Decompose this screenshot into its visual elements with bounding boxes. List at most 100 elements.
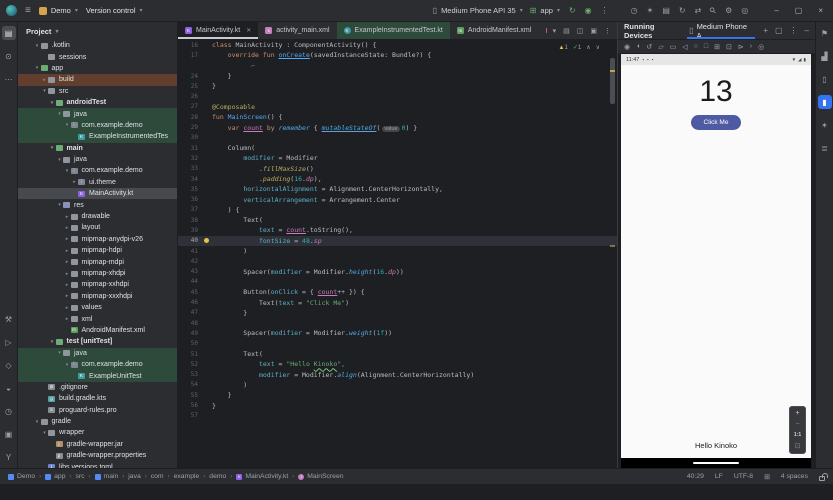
tree-item--kotlin[interactable]: ▾ .kotlin [18, 40, 177, 51]
code-view-icon[interactable]: ▤ [563, 27, 570, 35]
tab-exampleinstrumentedtest-kt[interactable]: K ExampleInstrumentedTest.kt [336, 22, 450, 39]
line-number[interactable]: 54 [178, 381, 200, 388]
line-number[interactable]: 33 [178, 165, 200, 172]
line-number[interactable]: 24 [178, 73, 200, 80]
tree-chevron-icon[interactable]: ▾ [64, 122, 71, 128]
volume-icon[interactable]: ◖ [636, 43, 640, 50]
snapshot-icon[interactable]: ⊞ [714, 43, 720, 51]
line-number[interactable]: 56 [178, 402, 200, 409]
code-line[interactable]: 52 text = "Hello Kinoko", [178, 359, 617, 369]
window-mode-icon[interactable]: ▢ [775, 26, 783, 35]
breadcrumb-item-app[interactable]: app [45, 473, 65, 480]
tree-item-test-unittest-[interactable]: ▾ test [unitTest] [18, 336, 177, 347]
tree-chevron-icon[interactable]: ▾ [56, 157, 63, 163]
record-icon[interactable]: ⊳ [738, 43, 744, 51]
tree-item-mainactivity-kt[interactable]: K MainActivity.kt [18, 188, 177, 200]
tree-item-build[interactable]: ▸ build [18, 74, 177, 86]
line-number[interactable]: 49 [178, 330, 200, 337]
line-number[interactable]: 38 [178, 217, 200, 224]
code-line[interactable]: 57 [178, 411, 617, 421]
breadcrumb-item-mainscreen[interactable]: f MainScreen [298, 473, 344, 480]
line-number[interactable]: 57 [178, 412, 200, 419]
code-line[interactable]: 17 override fun onCreate(savedInstanceSt… [178, 50, 617, 60]
tree-item-gradle-wrapper-jar[interactable]: j gradle-wrapper.jar [18, 439, 177, 450]
tree-item-mipmap-xxxhdpi[interactable]: ▸ mipmap-xxxhdpi [18, 291, 177, 302]
run-config-selector[interactable]: ⊞ app ▾ [530, 6, 560, 15]
hidden-tabs-icon[interactable]: ▾ [553, 27, 557, 35]
line-number[interactable]: 29 [178, 124, 200, 131]
tree-item-res[interactable]: ▾ res [18, 199, 177, 210]
breadcrumb-item-mainactivity-kt[interactable]: K MainActivity.kt [236, 473, 288, 480]
indent-size[interactable]: 4 spaces [781, 473, 808, 480]
line-number[interactable]: 28 [178, 114, 200, 121]
editor-scrollbar[interactable] [610, 40, 615, 468]
line-number[interactable]: 31 [178, 145, 200, 152]
line-number[interactable]: 42 [178, 258, 200, 265]
profiler-icon[interactable]: ◷ [631, 6, 638, 15]
close-icon[interactable]: ✕ [246, 27, 251, 34]
tree-chevron-icon[interactable]: ▾ [56, 202, 63, 208]
code-line[interactable]: 43 Spacer(modifier = Modifier.height(16.… [178, 267, 617, 277]
tree-item-values[interactable]: ▸ values [18, 302, 177, 313]
tab-androidmanifest-xml[interactable]: m AndroidManifest.xml [450, 22, 538, 39]
tree-item-exampleunittest[interactable]: K ExampleUnitTest [18, 370, 177, 382]
more-run-options-icon[interactable]: ⋮ [601, 6, 609, 15]
code-line[interactable]: 29 var count by remember { mutableStateO… [178, 122, 617, 132]
screenshot-icon[interactable]: ⊡ [726, 43, 732, 51]
tree-chevron-icon[interactable]: ▸ [64, 305, 71, 311]
rerun-button[interactable]: ↻ [569, 6, 576, 15]
tree-chevron-icon[interactable]: ▾ [64, 362, 71, 368]
orientation-icon[interactable]: ▭ [670, 43, 677, 51]
run-tool-icon[interactable]: ▷ [2, 335, 16, 349]
tree-chevron-icon[interactable]: ▸ [64, 248, 71, 254]
settings-icon[interactable]: ⚙ [725, 6, 732, 15]
code-line[interactable]: 26 [178, 91, 617, 101]
tree-chevron-icon[interactable]: ▸ [64, 236, 71, 242]
line-number[interactable]: 48 [178, 320, 200, 327]
caret-position[interactable]: 40:29 [687, 473, 704, 480]
scrollbar-thumb[interactable] [610, 58, 615, 104]
line-number[interactable]: 16 [178, 42, 200, 49]
design-view-icon[interactable]: ▣ [590, 27, 597, 35]
rotate-icon[interactable]: ↺ [646, 43, 652, 51]
tree-item-main[interactable]: ▾ main [18, 143, 177, 154]
tree-item-mipmap-mdpi[interactable]: ▸ mipmap-mdpi [18, 256, 177, 267]
code-line[interactable]: 53 modifier = Modifier.align(Alignment.C… [178, 370, 617, 380]
prev-issue-icon[interactable]: ∧ [586, 44, 590, 51]
tree-chevron-icon[interactable]: ▸ [41, 77, 48, 83]
tree-item-libs-versions-toml[interactable]: t libs.versions.toml [18, 461, 177, 468]
tree-item-java[interactable]: ▾ java [18, 154, 177, 165]
tree-item-com-example-demo[interactable]: ▾ ⋮ com.example.demo [18, 358, 177, 371]
code-line[interactable]: 32 modifier = Modifier [178, 153, 617, 163]
zoom-in-button[interactable]: + [795, 410, 799, 417]
emulator-screen[interactable]: 11:47 ▪ ▪ ▪ ▼ ◢ ▮ 13 Click Me Hello Kinoko +… [621, 54, 811, 468]
tree-item-com-example-demo[interactable]: ▾ ⋮ com.example.demo [18, 165, 177, 176]
more-vertical-icon[interactable]: ⋮ [790, 26, 798, 35]
tree-chevron-icon[interactable]: ▾ [49, 100, 56, 106]
project-panel-header[interactable]: Project ▾ [18, 22, 177, 40]
tree-item-src[interactable]: ▾ src [18, 86, 177, 97]
code-line[interactable]: 16 class MainActivity : ComponentActivity… [178, 40, 617, 50]
device-manager-icon[interactable]: ▤ [662, 6, 670, 15]
project-selector[interactable]: Demo ▾ [38, 6, 78, 15]
tree-item-mipmap-anydpi-v26[interactable]: ▸ mipmap-anydpi-v26 [18, 234, 177, 245]
inspection-widget[interactable]: ▲1 ✓1 ∧ ∨ [555, 43, 603, 52]
account-icon[interactable]: ◎ [741, 6, 748, 15]
tree-chevron-icon[interactable]: ▸ [64, 225, 71, 231]
code-line[interactable]: 24 } [178, 71, 617, 81]
overview-icon[interactable]: □ [704, 43, 708, 50]
main-menu-icon[interactable]: ≡ [25, 5, 31, 16]
tree-chevron-icon[interactable]: ▾ [34, 419, 41, 425]
code-line[interactable]: 49 Spacer(modifier = Modifier.weight(1f)… [178, 328, 617, 338]
code-line[interactable]: 46 Text(text = "Click Me") [178, 297, 617, 307]
tree-item-app[interactable]: ▾ app [18, 63, 177, 74]
minimize-button[interactable]: – [774, 6, 778, 15]
code-editor[interactable]: 16 class MainActivity : ComponentActivity… [178, 40, 617, 468]
device-explorer-icon[interactable]: ▯ [818, 72, 832, 86]
tree-chevron-icon[interactable]: ▸ [64, 271, 71, 277]
line-number[interactable]: 35 [178, 186, 200, 193]
tree-chevron-icon[interactable]: ▸ [64, 214, 71, 220]
tree-chevron-icon[interactable]: ▾ [49, 145, 56, 151]
vcs-widget[interactable]: Version control ▾ [86, 6, 143, 15]
code-line[interactable]: 37 ) { [178, 205, 617, 215]
